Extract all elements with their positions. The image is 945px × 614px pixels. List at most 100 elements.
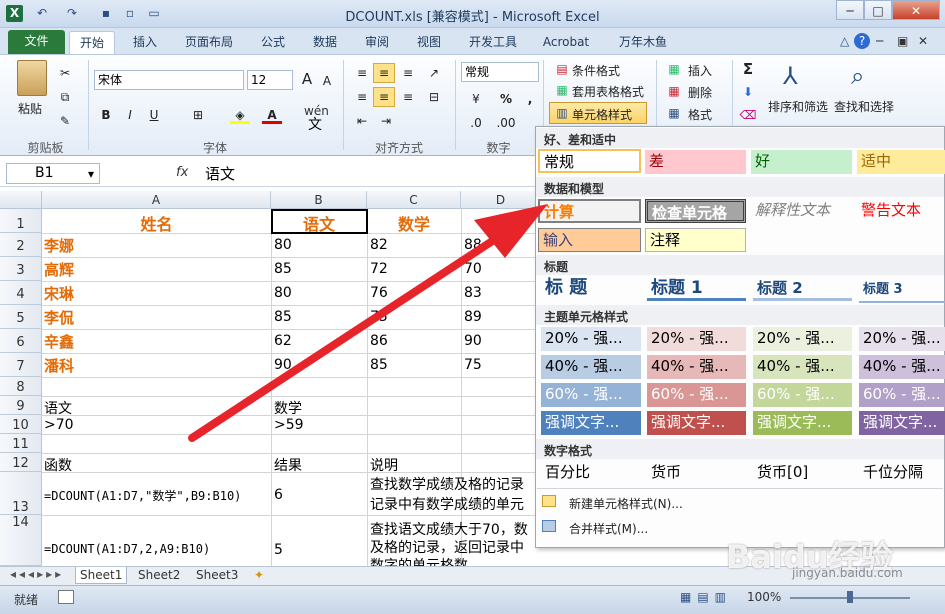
help-icon[interactable]: ? [854,33,870,49]
style-40-accent3[interactable]: 40% - 强... [753,355,852,379]
cell-c14-line2[interactable]: 及格的记录，返回记录中 [370,537,536,557]
cell-chinese[interactable]: 90 [274,357,292,373]
cell-math[interactable]: 86 [370,333,388,349]
cell-a10[interactable]: >70 [44,417,74,433]
cell-english[interactable]: 90 [464,333,482,349]
cell-name[interactable]: 辛鑫 [44,331,74,352]
sheet-tab-1[interactable]: Sheet1 [75,567,128,584]
style-explanatory[interactable]: 解释性文本 [751,199,852,223]
row-header[interactable]: 14 [0,515,42,566]
sheet-tab-2[interactable]: Sheet2 [134,567,184,584]
cut-icon[interactable]: ✂ [55,64,75,82]
tab-home[interactable]: 开始 [69,31,115,54]
grow-font-button[interactable]: A [297,70,317,88]
cell-a14[interactable]: =DCOUNT(A1:D7,2,A9:B10) [44,542,210,556]
tab-insert[interactable]: 插入 [124,31,166,54]
insert-cells-icon[interactable]: ▦ [664,60,684,78]
tab-file[interactable]: 文件 [8,30,65,54]
percent-button[interactable]: % [496,90,516,108]
cell-math[interactable]: 72 [370,261,388,277]
cell-math[interactable]: 85 [370,357,388,373]
style-currency[interactable]: 货币 [647,461,746,485]
row-header[interactable]: 8 [0,377,42,396]
cell-math[interactable]: 82 [370,237,388,253]
cell-c13-line2[interactable]: 记录中有数学成绩的单元 [370,494,536,514]
insert-cells-button[interactable]: 插入 [688,62,712,79]
close-button[interactable]: ✕ [892,0,940,20]
delete-cells-button[interactable]: 删除 [688,84,712,101]
insert-function-button[interactable]: fx [176,165,188,180]
fill-icon[interactable]: ⬇ [738,83,758,101]
style-check-cell[interactable]: 检查单元格 [645,199,746,223]
cell-name[interactable]: 宋琳 [44,283,74,304]
formula-input[interactable]: 语文 [205,163,235,184]
cell-math[interactable]: 76 [370,285,388,301]
cell-english[interactable]: 83 [464,285,482,301]
cell-b14[interactable]: 5 [274,542,283,558]
column-header-d[interactable]: D [461,191,541,209]
zoom-slider-thumb[interactable] [847,591,853,603]
row-header[interactable]: 5 [0,305,42,329]
table-format-icon[interactable]: ▦ [552,81,572,99]
tab-data[interactable]: 数据 [304,31,346,54]
style-60-accent1[interactable]: 60% - 强... [541,383,641,407]
style-40-accent2[interactable]: 40% - 强... [647,355,746,379]
row-header[interactable]: 7 [0,353,42,377]
table-format-button[interactable]: 套用表格格式 [572,83,644,100]
style-bad[interactable]: 差 [645,150,746,174]
row-header[interactable]: 6 [0,329,42,353]
tab-view[interactable]: 视图 [408,31,450,54]
tab-page-layout[interactable]: 页面布局 [178,31,240,54]
row-header[interactable]: 1 [0,209,42,233]
cell-a12[interactable]: 函数 [44,455,72,475]
style-currency-0[interactable]: 货币[0] [753,461,852,485]
align-bottom-icon[interactable]: ≡ [398,64,418,82]
italic-button[interactable]: I [120,106,140,124]
sort-filter-button[interactable]: 排序和筛选 [768,98,828,115]
cell-d1[interactable]: 英 [461,211,537,235]
cell-english[interactable]: 75 [464,357,482,373]
new-cell-style-item[interactable]: 新建单元格样式(N)... [569,495,683,512]
cell-c13-line1[interactable]: 查找数学成绩及格的记录 [370,474,536,494]
row-header[interactable]: 9 [0,396,42,415]
align-center-icon[interactable]: ≡ [373,87,395,107]
find-select-icon[interactable]: ⌕ [851,62,864,90]
macro-record-icon[interactable] [58,590,74,604]
paste-button[interactable]: 粘贴 [18,100,42,117]
decrease-decimal-icon[interactable]: .00 [496,114,516,132]
column-header-b[interactable]: B [271,191,367,209]
ribbon-minimize-icon[interactable]: △ [840,34,854,48]
decrease-indent-icon[interactable]: ⇤ [352,112,372,130]
shrink-font-button[interactable]: A [317,72,337,90]
format-painter-icon[interactable]: ✎ [55,112,75,130]
align-right-icon[interactable]: ≡ [398,88,418,106]
increase-decimal-icon[interactable]: .0 [466,114,486,132]
style-60-accent3[interactable]: 60% - 强... [753,383,852,407]
number-format-field[interactable]: 常规 [461,62,539,82]
style-comma[interactable]: 千位分隔 [859,461,945,485]
cell-chinese[interactable]: 80 [274,237,292,253]
cell-english[interactable]: 70 [464,261,482,277]
style-40-accent1[interactable]: 40% - 强... [541,355,641,379]
cell-math[interactable]: 75 [370,309,388,325]
orientation-icon[interactable]: ↗ [424,64,444,82]
style-good[interactable]: 好 [751,150,852,174]
tab-acrobat[interactable]: Acrobat [536,31,596,54]
cell-b13[interactable]: 6 [274,487,283,503]
bold-button[interactable]: B [96,106,116,124]
phonetic-char[interactable]: 文 [308,114,322,134]
style-percent[interactable]: 百分比 [541,461,641,485]
style-20-accent4[interactable]: 20% - 强... [859,327,945,351]
autosum-button[interactable]: Σ [738,60,758,78]
row-header[interactable]: 3 [0,257,42,281]
style-accent1[interactable]: 强调文字... [541,411,641,435]
style-note[interactable]: 注释 [645,228,746,252]
delete-cells-icon[interactable]: ▦ [664,82,684,100]
comma-button[interactable]: , [520,90,540,108]
cell-c1[interactable]: 数学 [367,211,461,235]
cell-english[interactable]: 89 [464,309,482,325]
cell-name[interactable]: 高辉 [44,259,74,280]
row-header[interactable]: 12 [0,453,42,472]
row-header[interactable]: 13 [0,472,42,515]
style-40-accent4[interactable]: 40% - 强... [859,355,945,379]
